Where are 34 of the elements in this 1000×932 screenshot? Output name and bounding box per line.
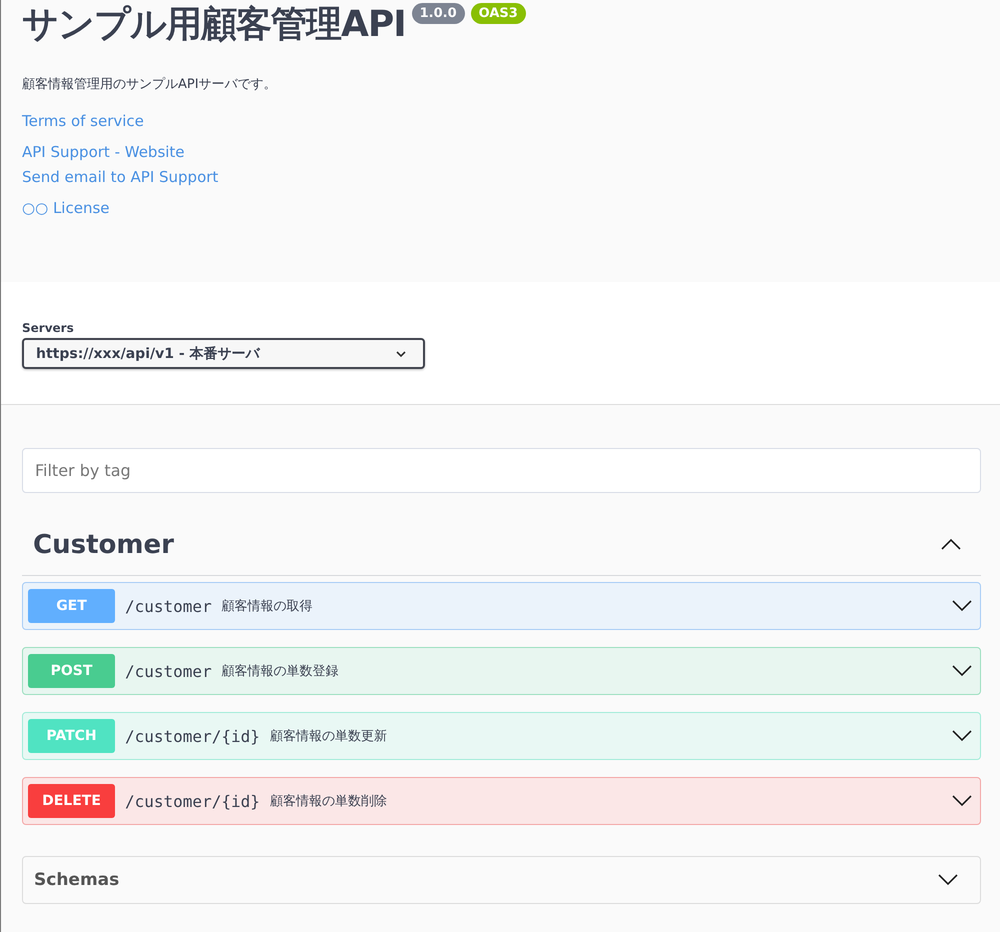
method-badge: POST — [28, 654, 115, 688]
version-badge: 1.0.0 — [412, 3, 465, 24]
chevron-down-icon[interactable] — [952, 730, 972, 742]
operation-path: /customer — [125, 596, 212, 616]
chevron-down-icon[interactable] — [952, 600, 972, 612]
servers-label: Servers — [22, 321, 75, 335]
method-badge: DELETE — [28, 784, 115, 818]
method-badge: GET — [28, 589, 115, 623]
operation-row[interactable]: GET /customer 顧客情報の取得 — [22, 582, 981, 630]
api-description: 顧客情報管理用のサンプルAPIサーバです。 — [22, 76, 278, 93]
server-select[interactable]: https://xxx/api/v1 - 本番サーバ — [22, 338, 425, 369]
chevron-up-icon[interactable] — [941, 538, 961, 550]
schemas-section[interactable]: Schemas — [22, 856, 981, 904]
api-title: サンプル用顧客管理API — [22, 3, 406, 47]
caret-icon — [395, 350, 407, 358]
operation-path: /customer — [125, 662, 212, 680]
operation-summary: 顧客情報の取得 — [222, 598, 314, 615]
tag-name: Customer — [33, 529, 174, 560]
operation-summary: 顧客情報の単数更新 — [270, 728, 388, 745]
operation-row[interactable]: DELETE /customer/{id} 顧客情報の単数削除 — [22, 777, 981, 825]
operation-row[interactable]: POST /customer 顧客情報の単数登録 — [22, 647, 981, 695]
operation-row[interactable]: PATCH /customer/{id} 顧客情報の単数更新 — [22, 712, 981, 760]
filter-field[interactable]: Filter by tag — [22, 448, 981, 493]
chevron-down-icon[interactable] — [952, 795, 972, 807]
schemas-title: Schemas — [34, 870, 120, 890]
operation-path: /customer/{id} — [125, 726, 260, 746]
operation-summary: 顧客情報の単数登録 — [222, 663, 340, 680]
chevron-down-icon[interactable] — [952, 665, 972, 677]
tag-header[interactable]: Customer — [22, 493, 981, 576]
spec-badge: OAS3 — [470, 3, 526, 24]
operation-path: /customer/{id} — [125, 792, 260, 810]
operation-summary: 顧客情報の単数削除 — [270, 793, 388, 810]
chevron-down-icon[interactable] — [938, 874, 958, 886]
method-badge: PATCH — [28, 719, 115, 753]
